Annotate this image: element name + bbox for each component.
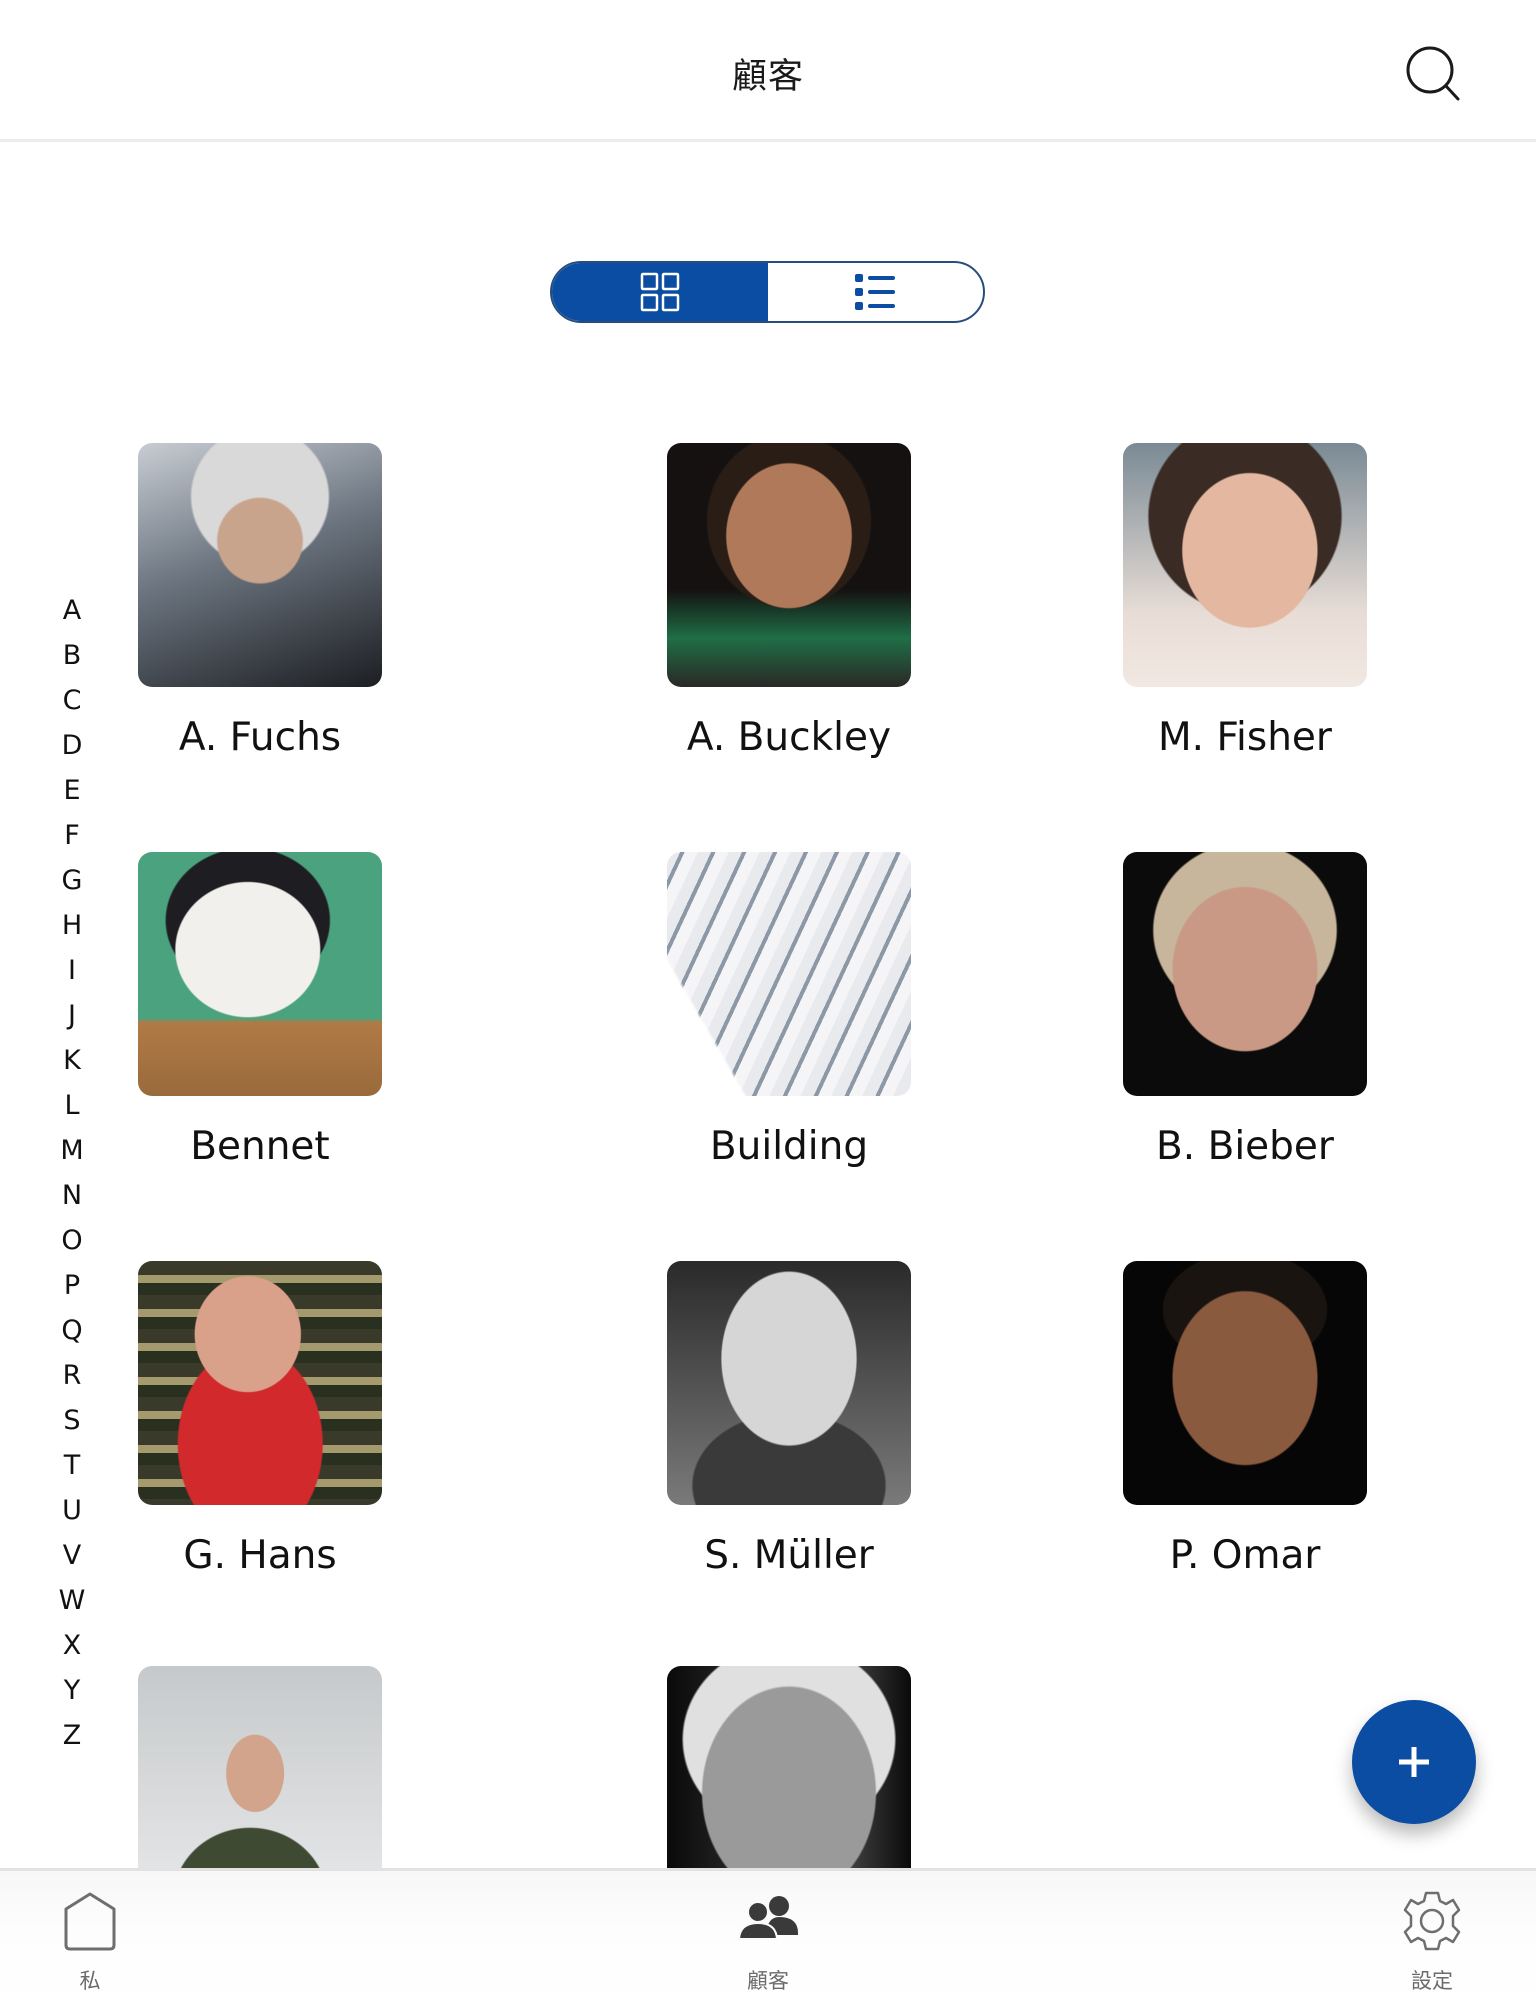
home-icon <box>64 1892 116 1951</box>
alphabet-letter[interactable]: S <box>52 1398 92 1443</box>
customer-name[interactable]: B. Bieber <box>1080 1124 1410 1169</box>
customer-name[interactable]: M. Fisher <box>1080 715 1410 760</box>
alphabet-letter[interactable]: H <box>52 903 92 948</box>
alphabet-index[interactable]: ABCDEFGHIJKLMNOPQRSTUVWXYZ <box>52 588 92 1758</box>
customer-photo[interactable] <box>138 1666 382 1868</box>
alphabet-letter[interactable]: X <box>52 1623 92 1668</box>
bottom-tab-bar: 私 顧客 設定 <box>0 1868 1536 2011</box>
customer-photo[interactable] <box>138 1261 382 1505</box>
page-title: 顧客 <box>731 57 804 97</box>
alphabet-letter[interactable]: D <box>52 723 92 768</box>
tab-me[interactable]: 私 <box>10 1871 170 2011</box>
customer-photo[interactable] <box>1123 852 1367 1096</box>
alphabet-letter[interactable]: Z <box>52 1713 92 1758</box>
customer-photo[interactable] <box>1123 443 1367 687</box>
customer-photo[interactable] <box>667 852 911 1096</box>
alphabet-letter[interactable]: T <box>52 1443 92 1488</box>
alphabet-letter[interactable]: I <box>52 948 92 993</box>
alphabet-letter[interactable]: V <box>52 1533 92 1578</box>
alphabet-letter[interactable]: J <box>52 993 92 1038</box>
tab-label: 私 <box>79 1969 101 1993</box>
customer-photo[interactable] <box>1123 1261 1367 1505</box>
customer-photo[interactable] <box>667 1261 911 1505</box>
alphabet-letter[interactable]: G <box>52 858 92 903</box>
alphabet-letter[interactable]: N <box>52 1173 92 1218</box>
alphabet-letter[interactable]: K <box>52 1038 92 1083</box>
customer-name[interactable]: Building <box>624 1124 954 1169</box>
search-icon <box>1406 46 1460 101</box>
customer-name[interactable]: G. Hans <box>95 1533 425 1578</box>
customer-name[interactable]: Bennet <box>95 1124 425 1169</box>
header: 顧客 <box>0 0 1536 142</box>
alphabet-letter[interactable]: A <box>52 588 92 633</box>
tab-customers[interactable]: 顧客 <box>688 1871 848 2011</box>
alphabet-letter[interactable]: E <box>52 768 92 813</box>
alphabet-letter[interactable]: U <box>52 1488 92 1533</box>
alphabet-letter[interactable]: C <box>52 678 92 723</box>
alphabet-letter[interactable]: Q <box>52 1308 92 1353</box>
customer-name[interactable]: A. Buckley <box>624 715 954 760</box>
alphabet-letter[interactable]: P <box>52 1263 92 1308</box>
customer-photo[interactable] <box>138 443 382 687</box>
alphabet-letter[interactable]: M <box>52 1128 92 1173</box>
alphabet-letter[interactable]: L <box>52 1083 92 1128</box>
search-button[interactable] <box>1400 40 1470 110</box>
alphabet-letter[interactable]: R <box>52 1353 92 1398</box>
alphabet-letter[interactable]: Y <box>52 1668 92 1713</box>
gear-icon <box>1403 1891 1461 1951</box>
tab-settings[interactable]: 設定 <box>1352 1871 1512 2011</box>
tab-label: 顧客 <box>747 1969 789 1993</box>
alphabet-letter[interactable]: W <box>52 1578 92 1623</box>
tab-label: 設定 <box>1411 1969 1453 1993</box>
customer-name[interactable]: P. Omar <box>1080 1533 1410 1578</box>
customer-name[interactable]: S. Müller <box>624 1533 954 1578</box>
alphabet-letter[interactable]: B <box>52 633 92 678</box>
customer-photo[interactable] <box>667 1666 911 1868</box>
alphabet-letter[interactable]: F <box>52 813 92 858</box>
alphabet-letter[interactable]: O <box>52 1218 92 1263</box>
customer-photo[interactable] <box>667 443 911 687</box>
users-icon <box>738 1896 798 1940</box>
customer-grid-scroll[interactable]: A. Fuchs A. Buckley M. Fisher Bennet Buildin… <box>0 142 1536 1868</box>
customer-photo[interactable] <box>138 852 382 1096</box>
plus-icon <box>1399 1747 1429 1777</box>
customer-name[interactable]: A. Fuchs <box>95 715 425 760</box>
add-customer-button[interactable] <box>1352 1700 1476 1824</box>
